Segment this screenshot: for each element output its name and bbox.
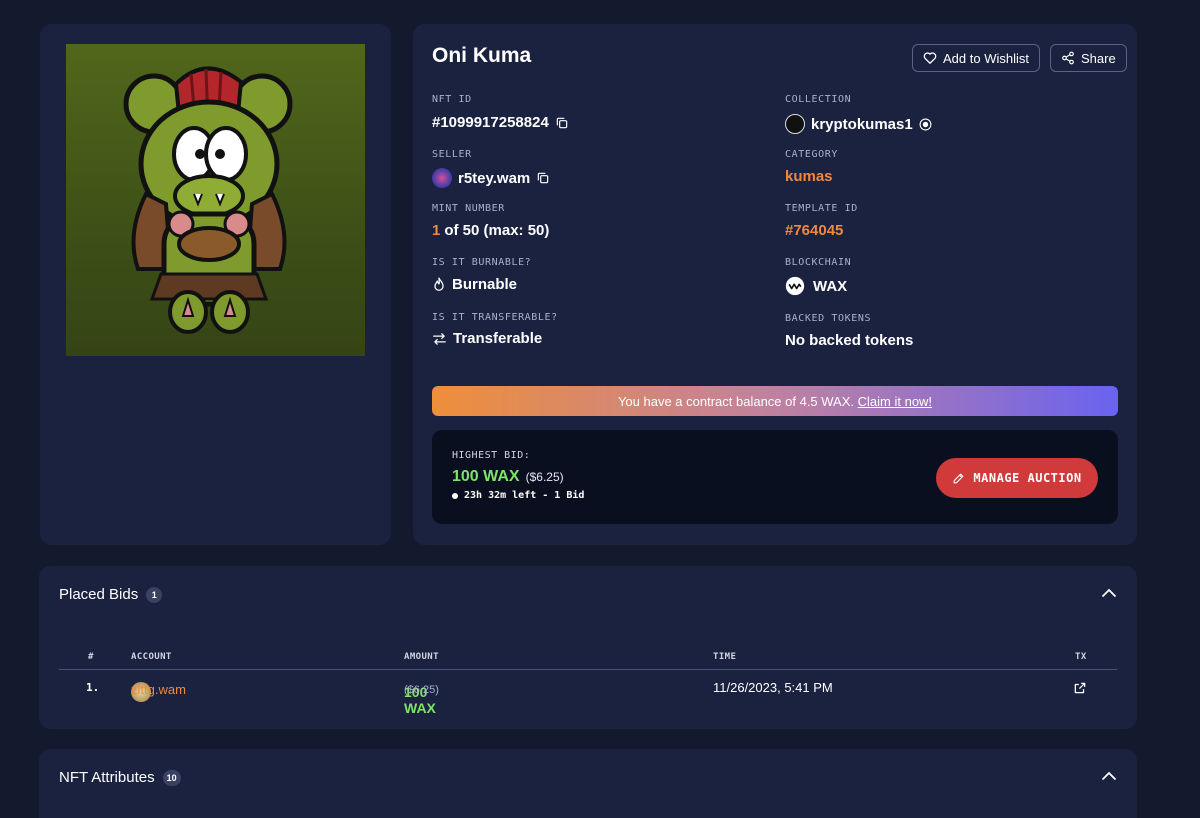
copy-icon[interactable] <box>555 116 569 130</box>
oni-kuma-artwork <box>123 66 293 334</box>
claim-link[interactable]: Claim it now! <box>858 394 932 409</box>
mint-supply: of 50 (max: 50) <box>444 222 550 239</box>
copy-icon[interactable] <box>536 171 550 185</box>
share-button[interactable]: Share <box>1050 44 1127 72</box>
nft-id-label: NFT ID <box>432 94 472 105</box>
wax-logo-icon <box>785 276 805 296</box>
backed-tokens-label: BACKED TOKENS <box>785 313 872 324</box>
manage-auction-label: MANAGE AUCTION <box>973 471 1082 485</box>
nft-attributes-header[interactable]: NFT Attributes 10 <box>59 769 181 786</box>
seller-value: r5tey.wam <box>432 168 550 188</box>
mint-number-label: MINT NUMBER <box>432 203 505 214</box>
bidder-link[interactable]: zlttg.wam <box>131 682 186 697</box>
backed-tokens-value: No backed tokens <box>785 332 914 349</box>
highest-bid-value: 100 WAX ($6.25) <box>452 468 564 486</box>
nft-id-value: #1099917258824 <box>432 114 569 131</box>
add-to-wishlist-button[interactable]: Add to Wishlist <box>912 44 1040 72</box>
blockchain-label: BLOCKCHAIN <box>785 257 852 268</box>
highest-bid-amount: 100 WAX <box>452 468 520 485</box>
bids-table-header: # ACCOUNT AMOUNT TIME TX <box>59 646 1117 670</box>
placed-bids-header[interactable]: Placed Bids 1 <box>59 586 163 603</box>
highest-bid-label: HIGHEST BID: <box>452 450 531 461</box>
seller-label: SELLER <box>432 149 472 160</box>
banner-text: You have a contract balance of 4.5 WAX. <box>617 393 855 409</box>
nft-attributes-title: NFT Attributes <box>59 769 155 786</box>
auction-box: HIGHEST BID: 100 WAX ($6.25) 23h 32m lef… <box>432 430 1118 524</box>
category-label: CATEGORY <box>785 149 838 160</box>
template-id-label: TEMPLATE ID <box>785 203 858 214</box>
template-id-link[interactable]: #764045 <box>785 222 843 239</box>
nft-image[interactable] <box>66 44 365 356</box>
col-index: # <box>88 652 94 662</box>
transferable-label: IS IT TRANSFERABLE? <box>432 312 558 323</box>
mint-number: 1 <box>432 222 441 239</box>
collection-avatar <box>785 114 805 134</box>
flame-icon <box>434 277 444 291</box>
transferable-text: Transferable <box>453 330 543 347</box>
burnable-value: Burnable <box>432 276 517 293</box>
attributes-count-badge: 10 <box>162 769 181 786</box>
row-amount-usd: ($6.25) <box>404 684 439 696</box>
blockchain-text: WAX <box>813 277 848 295</box>
nft-image-card <box>40 24 391 545</box>
chevron-up-icon[interactable] <box>1101 771 1117 781</box>
wishlist-label: Add to Wishlist <box>943 50 1029 66</box>
share-label: Share <box>1081 50 1116 66</box>
category-link[interactable]: kumas <box>785 168 833 185</box>
burnable-text: Burnable <box>452 276 518 293</box>
edit-icon <box>954 473 964 483</box>
manage-auction-button[interactable]: MANAGE AUCTION <box>936 458 1098 498</box>
row-time: 11/26/2023, 5:41 PM <box>713 680 833 695</box>
bids-count-badge: 1 <box>146 586 163 603</box>
transfer-arrows-icon <box>433 332 446 345</box>
seller-avatar <box>432 168 452 188</box>
highest-bid-usd: ($6.25) <box>525 470 564 484</box>
external-link-icon[interactable] <box>1073 681 1087 695</box>
nft-title: Oni Kuma <box>432 44 532 67</box>
nft-attributes-section: NFT Attributes 10 <box>39 749 1137 818</box>
collection-value: kryptokumas1 <box>785 114 932 134</box>
nft-info-card: Oni Kuma Add to Wishlist Share NFT ID #1… <box>413 24 1137 545</box>
live-dot-icon <box>452 492 458 499</box>
row-index: 1. <box>86 681 100 694</box>
share-icon <box>1062 51 1074 65</box>
collection-link[interactable]: kryptokumas1 <box>811 116 913 133</box>
nft-id-text: #1099917258824 <box>432 114 549 131</box>
burnable-label: IS IT BURNABLE? <box>432 257 532 268</box>
seller-link[interactable]: r5tey.wam <box>458 170 530 187</box>
collection-label: COLLECTION <box>785 94 852 105</box>
col-time: TIME <box>713 652 737 662</box>
col-tx: TX <box>1075 652 1087 662</box>
col-account: ACCOUNT <box>131 652 172 662</box>
heart-icon <box>923 52 937 64</box>
chevron-up-icon[interactable] <box>1101 588 1117 598</box>
contract-balance-banner: You have a contract balance of 4.5 WAX. … <box>432 386 1118 416</box>
mint-number-value: 1 of 50 (max: 50) <box>432 222 549 239</box>
transferable-value: Transferable <box>432 330 542 347</box>
time-left-text: 23h 32m left - 1 Bid <box>464 490 585 501</box>
placed-bids-section: Placed Bids 1 # ACCOUNT AMOUNT TIME TX 1… <box>39 566 1137 729</box>
verified-icon <box>919 118 932 130</box>
time-left: 23h 32m left - 1 Bid <box>452 490 584 501</box>
blockchain-value: WAX <box>785 276 847 296</box>
placed-bids-title: Placed Bids <box>59 586 139 603</box>
col-amount: AMOUNT <box>404 652 439 662</box>
table-row: 1. zlttg.wam 100 WAX ($6.25) 11/26/2023,… <box>59 672 1117 716</box>
